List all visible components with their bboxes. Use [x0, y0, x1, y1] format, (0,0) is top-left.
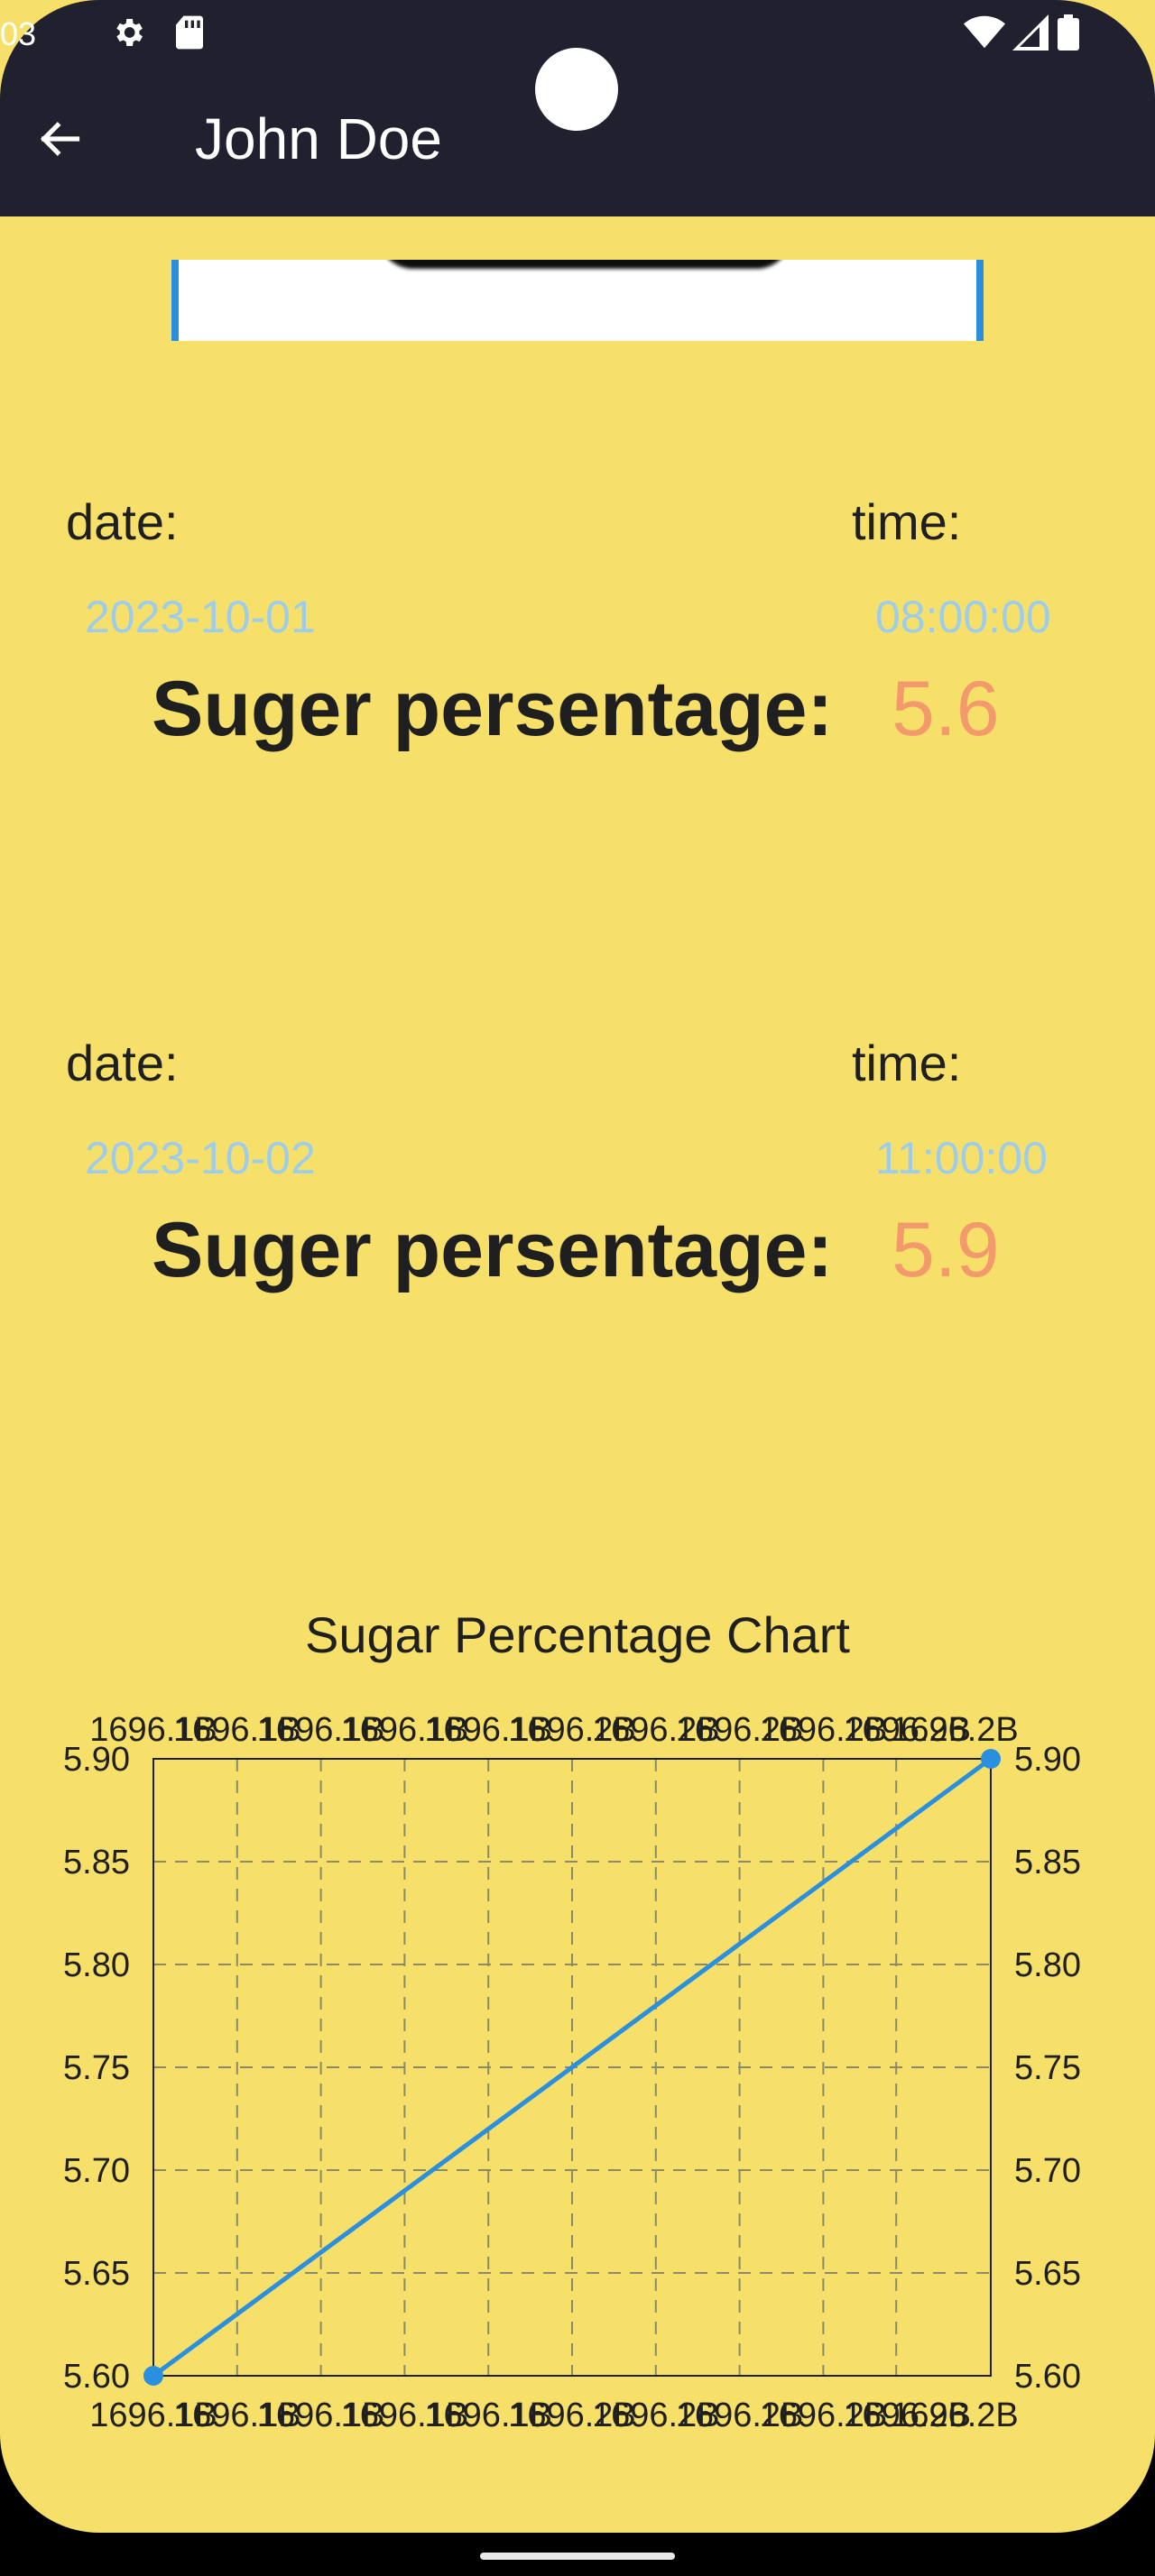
sugar-percentage-value: 5.6 — [892, 666, 1000, 752]
sugar-percentage-label: Suger persentage: — [152, 666, 834, 752]
sugar-line-chart: 5.60 5.60 5.65 5.65 5.70 5.70 5.75 5.75 5.80 5.80… — [63, 1711, 1081, 2434]
y-tick-label-left: 5.80 — [63, 1946, 130, 1984]
camera-cutout — [535, 48, 618, 131]
x-tick-label-bottom: 1696.2B — [891, 2397, 1019, 2434]
y-tick-label-left: 5.85 — [63, 1844, 130, 1881]
wifi-icon — [964, 14, 1005, 54]
app-screen: 03 John Doe date: time: 2023-10-01 08:00… — [0, 0, 1155, 2533]
page-title: John Doe — [195, 106, 442, 171]
sd-card-icon — [173, 14, 206, 54]
date-value: 2023-10-01 — [85, 592, 316, 642]
y-tick-label-right: 5.70 — [1014, 2152, 1081, 2190]
back-button[interactable] — [36, 105, 117, 177]
time-value: 08:00:00 — [875, 592, 1051, 642]
y-tick-label-left: 5.65 — [63, 2255, 130, 2293]
x-tick-label-top: 1696.2B — [891, 1711, 1019, 1749]
date-label: date: — [66, 1035, 179, 1091]
top-app-bar: 03 John Doe — [0, 0, 1155, 216]
y-tick-label-left: 5.60 — [63, 2358, 130, 2396]
y-tick-label-left: 5.70 — [63, 2152, 130, 2190]
gesture-nav-handle[interactable] — [480, 2553, 675, 2560]
time-label: time: — [852, 493, 962, 550]
y-tick-label-right: 5.90 — [1014, 1741, 1081, 1779]
time-label: time: — [852, 1035, 962, 1091]
y-tick-label-right: 5.75 — [1014, 2049, 1081, 2087]
gear-icon — [110, 14, 146, 54]
y-tick-label-right: 5.80 — [1014, 1946, 1081, 1984]
status-time: 03 — [0, 15, 37, 52]
date-label: date: — [66, 493, 179, 550]
sugar-percentage-value: 5.9 — [892, 1207, 1000, 1293]
y-tick-label-right: 5.60 — [1014, 2358, 1081, 2396]
data-point — [143, 2366, 163, 2386]
record-image — [171, 260, 984, 341]
sugar-percentage-label: Suger persentage: — [152, 1207, 834, 1293]
y-tick-label-right: 5.65 — [1014, 2255, 1081, 2293]
battery-icon — [1058, 14, 1079, 54]
y-tick-label-left: 5.75 — [63, 2049, 130, 2087]
chart-title: Sugar Percentage Chart — [305, 1606, 850, 1663]
y-tick-label-right: 5.85 — [1014, 1844, 1081, 1881]
date-value: 2023-10-02 — [85, 1133, 316, 1183]
arrow-back-icon — [36, 115, 83, 166]
signal-icon — [1012, 14, 1049, 54]
time-value: 11:00:00 — [875, 1133, 1048, 1183]
data-point — [981, 1749, 1001, 1769]
